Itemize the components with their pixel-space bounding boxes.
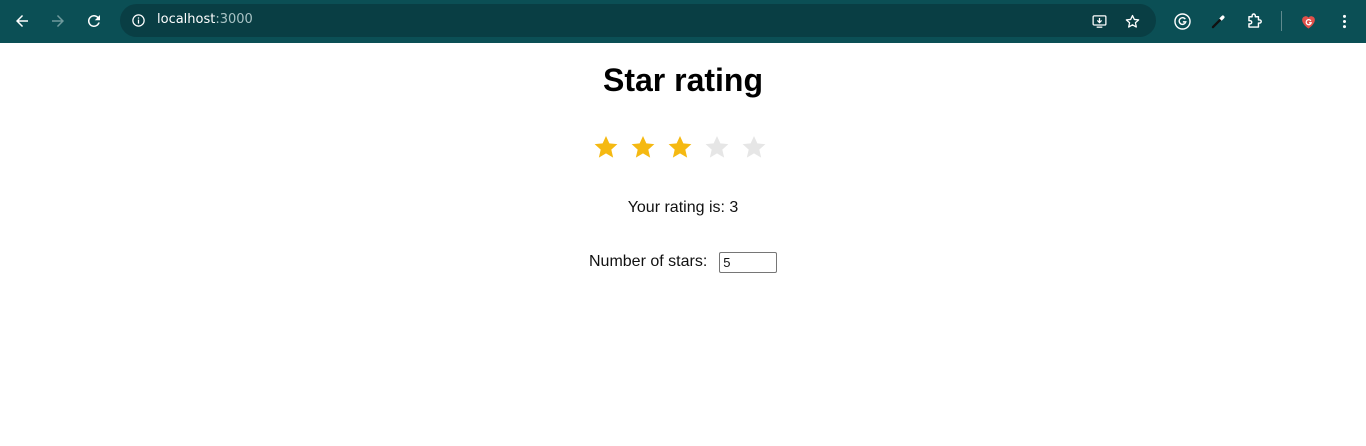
star-icon bbox=[742, 135, 766, 158]
eyedropper-icon bbox=[1211, 14, 1225, 28]
star-rating bbox=[591, 129, 769, 165]
page-title: Star rating bbox=[602, 62, 764, 98]
forward-arrow-icon bbox=[52, 15, 64, 27]
bookmark-star-icon bbox=[1125, 14, 1139, 28]
number-of-stars-input[interactable] bbox=[719, 251, 778, 273]
forward-button[interactable] bbox=[43, 6, 73, 36]
eyedropper-extension-button[interactable] bbox=[1205, 8, 1231, 34]
url-port: :3000 bbox=[215, 12, 253, 27]
address-bar[interactable]: localhost:3000 bbox=[120, 4, 1156, 37]
site-info-button[interactable] bbox=[128, 10, 148, 30]
bookmark-button[interactable] bbox=[1121, 10, 1143, 32]
star-4-empty[interactable] bbox=[702, 129, 732, 165]
browser-toolbar: localhost:3000 bbox=[0, 0, 1366, 43]
rating-status-text: Your rating is: 3 bbox=[627, 199, 739, 216]
profile-button[interactable] bbox=[1295, 8, 1321, 34]
number-of-stars-field: Number of stars: bbox=[589, 251, 778, 273]
install-app-icon bbox=[1091, 14, 1107, 28]
star-2-filled[interactable] bbox=[628, 129, 658, 165]
install-app-button[interactable] bbox=[1088, 10, 1110, 32]
star-5-empty[interactable] bbox=[739, 129, 769, 165]
star-icon bbox=[668, 135, 692, 158]
extensions-button[interactable] bbox=[1241, 8, 1267, 34]
grammarly-extension-button[interactable] bbox=[1169, 8, 1195, 34]
back-button[interactable] bbox=[7, 6, 37, 36]
star-1-filled[interactable] bbox=[591, 129, 621, 165]
url-host: localhost bbox=[157, 12, 216, 27]
reload-icon bbox=[87, 14, 100, 27]
site-info-icon bbox=[131, 13, 145, 27]
star-icon bbox=[631, 135, 655, 158]
more-menu-button[interactable] bbox=[1331, 8, 1357, 34]
star-icon bbox=[594, 135, 618, 158]
reload-button[interactable] bbox=[79, 6, 109, 36]
toolbar-divider bbox=[1281, 11, 1282, 31]
profile-icon bbox=[1301, 15, 1315, 29]
number-of-stars-label: Number of stars: bbox=[589, 253, 708, 270]
star-icon bbox=[705, 135, 729, 158]
more-menu-icon bbox=[1342, 14, 1346, 28]
url-text[interactable]: localhost:3000 bbox=[157, 12, 253, 27]
grammarly-icon bbox=[1173, 12, 1191, 30]
back-arrow-icon bbox=[16, 15, 28, 27]
extensions-puzzle-icon bbox=[1247, 12, 1262, 28]
star-3-filled[interactable] bbox=[665, 129, 695, 165]
